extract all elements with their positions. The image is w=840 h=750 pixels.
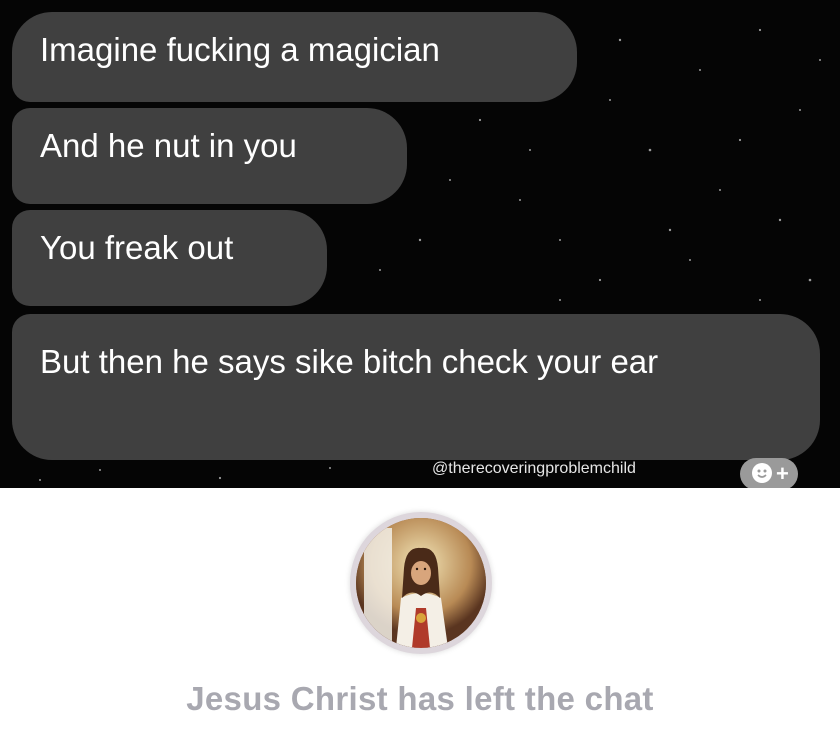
message-text: But then he says sike bitch check your e… [40,343,659,380]
message-bubble[interactable]: But then he says sike bitch check your e… [12,314,820,460]
avatar[interactable] [350,512,492,654]
message-bubble[interactable]: Imagine fucking a magician [12,12,577,102]
message-bubble[interactable]: And he nut in you [12,108,407,204]
add-emoji-icon [752,463,772,483]
add-reaction-button[interactable]: + [740,458,798,488]
message-bubble[interactable]: You freak out [12,210,327,306]
watermark: @therecoveringproblemchild [432,460,636,477]
message-text: And he nut in you [40,127,297,164]
jesus-avatar-icon [356,518,486,648]
message-text: Imagine fucking a magician [40,31,440,68]
system-message-text: Jesus Christ has left the chat [186,680,654,717]
message-text: You freak out [40,229,234,266]
system-event: Jesus Christ has left the chat [0,488,840,750]
chat-panel: Imagine fucking a magician And he nut in… [0,0,840,488]
plus-icon: + [776,461,789,486]
